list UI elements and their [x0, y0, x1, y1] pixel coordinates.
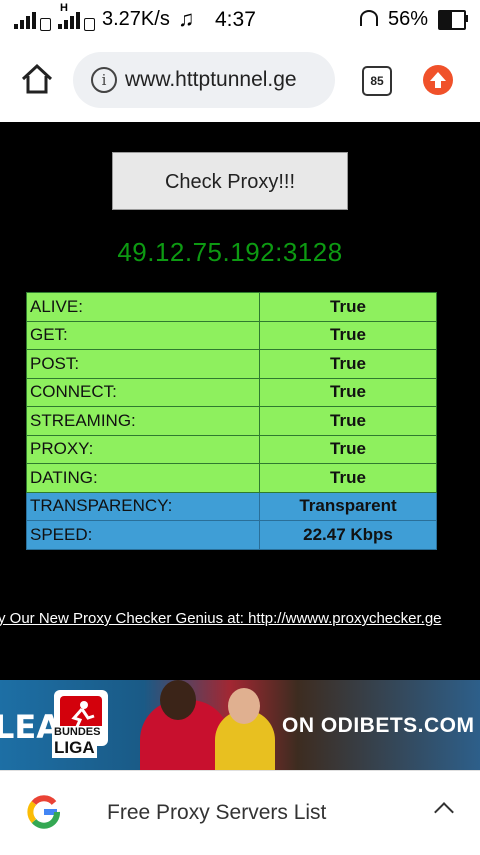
bottom-sheet[interactable]: Free Proxy Servers List — [0, 770, 480, 855]
row-label: GET: — [26, 320, 260, 350]
row-value: 22.47 Kbps — [259, 520, 437, 550]
battery-tip — [465, 15, 468, 22]
data-rate: 3.27K/s — [102, 8, 170, 30]
row-value: True — [259, 434, 437, 464]
table-row: STREAMING: True — [26, 406, 437, 436]
google-icon — [27, 795, 60, 829]
row-value: True — [259, 463, 437, 493]
update-icon[interactable] — [423, 65, 453, 95]
row-value: True — [259, 292, 437, 322]
headphones-icon — [360, 10, 378, 26]
row-value: True — [259, 377, 437, 407]
signal-bar — [70, 16, 74, 29]
table-row: SPEED: 22.47 Kbps — [26, 520, 437, 550]
row-label: PROXY: — [26, 434, 260, 464]
proxy-address: 49.12.75.192:3128 — [117, 237, 343, 267]
table-row: CONNECT: True — [26, 377, 437, 407]
home-icon[interactable] — [20, 62, 54, 96]
battery-icon — [438, 10, 466, 30]
table-row: POST: True — [26, 349, 437, 379]
promo-link[interactable]: y Our New Proxy Checker Genius at: http:… — [0, 610, 442, 627]
row-value: True — [259, 320, 437, 350]
page-content: Check Proxy!!! 49.12.75.192:3128 ALIVE: … — [0, 122, 480, 680]
table-row: ALIVE: True — [26, 292, 437, 322]
signal-bar — [14, 24, 18, 29]
row-label: CONNECT: — [26, 377, 260, 407]
ad-banner[interactable]: LEA BUNDES LIGA ON ODIBETS.COM — [0, 680, 480, 770]
tab-count-button[interactable]: 85 — [362, 66, 392, 96]
battery-percent: 56% — [388, 8, 429, 30]
music-note-icon: ♫ — [178, 6, 195, 31]
bundesliga-text-2: LIGA — [52, 738, 97, 758]
status-bar: H 3.27K/s ♫ 4:37 56% — [0, 0, 480, 38]
player-image — [160, 680, 196, 720]
clock: 4:37 — [215, 8, 256, 31]
address-bar[interactable]: i www.httptunnel.ge — [73, 52, 335, 108]
network-type: H — [60, 2, 68, 14]
signal-bar — [32, 12, 36, 29]
chevron-up-icon[interactable] — [434, 802, 454, 822]
check-proxy-button[interactable]: Check Proxy!!! — [112, 152, 348, 210]
browser-toolbar: i www.httptunnel.ge 85 — [0, 38, 480, 123]
signal-bar — [58, 24, 62, 29]
row-label: ALIVE: — [26, 292, 260, 322]
results-table: ALIVE: True GET: True POST: True CONNECT… — [26, 292, 437, 550]
signal-bar — [26, 16, 30, 29]
row-label: STREAMING: — [26, 406, 260, 436]
bundesliga-text-1: BUNDES — [52, 726, 103, 738]
ad-right-text: ON ODIBETS.COM — [282, 714, 475, 737]
row-value: True — [259, 349, 437, 379]
sim-icon — [84, 18, 95, 31]
url-text[interactable]: www.httptunnel.ge — [125, 68, 297, 92]
row-label: TRANSPARENCY: — [26, 491, 260, 521]
info-icon[interactable]: i — [91, 67, 117, 93]
row-value: Transparent — [259, 491, 437, 521]
signal-bar — [76, 12, 80, 29]
row-value: True — [259, 406, 437, 436]
table-row: TRANSPARENCY: Transparent — [26, 491, 437, 521]
signal-bar — [20, 20, 24, 29]
table-row: GET: True — [26, 320, 437, 350]
player-image — [228, 688, 260, 724]
signal-bar — [64, 20, 68, 29]
row-label: SPEED: — [26, 520, 260, 550]
table-row: PROXY: True — [26, 434, 437, 464]
bottom-sheet-title: Free Proxy Servers List — [107, 801, 327, 824]
row-label: POST: — [26, 349, 260, 379]
table-row: DATING: True — [26, 463, 437, 493]
sim-icon — [40, 18, 51, 31]
row-label: DATING: — [26, 463, 260, 493]
